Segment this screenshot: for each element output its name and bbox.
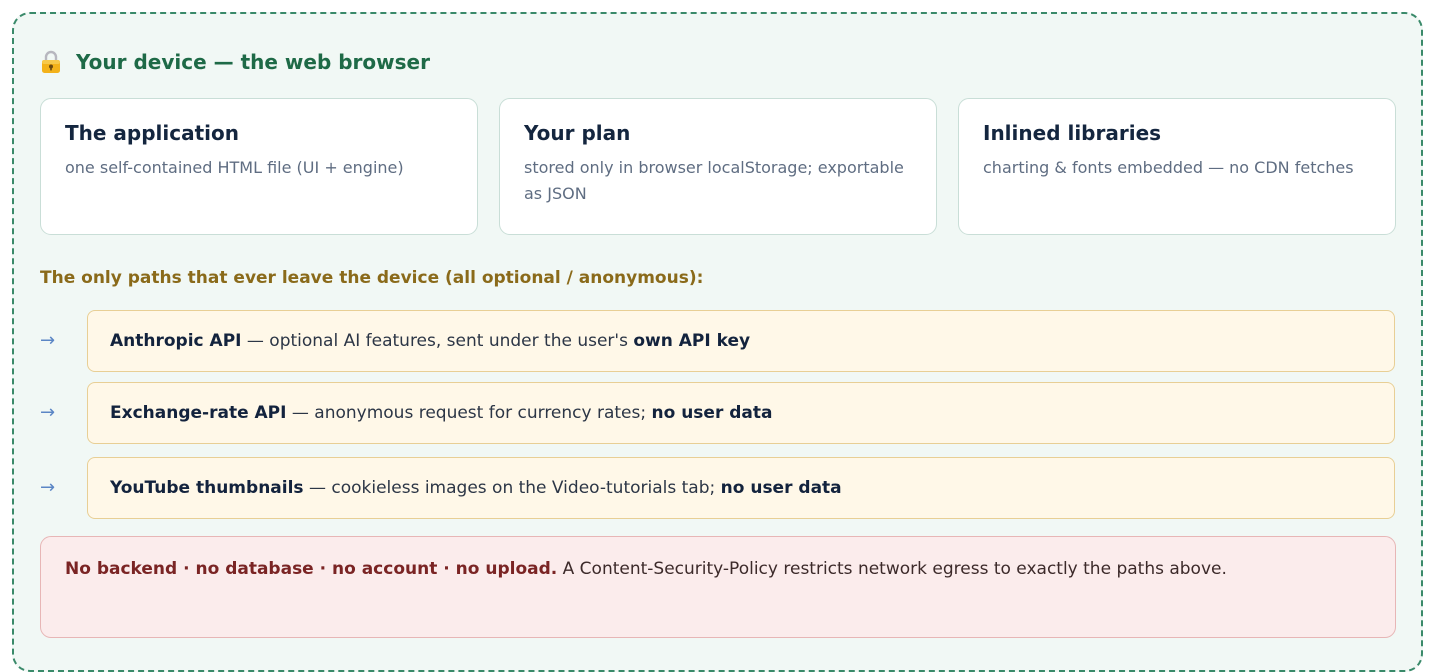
device-header: Your device — the web browser [40, 50, 430, 74]
path-name: Anthropic API [110, 331, 242, 351]
egress-path-exchange-rate: → Exchange-rate API — anonymous request … [0, 382, 1411, 444]
path-name: YouTube thumbnails [110, 478, 304, 498]
path-name: Exchange-rate API [110, 403, 287, 423]
path-emphasis: no user data [651, 403, 773, 423]
no-backend-note: No backend · no database · no account · … [40, 536, 1396, 638]
note-text: A Content-Security-Policy restricts netw… [557, 559, 1227, 579]
card-title: The application [65, 121, 239, 145]
card-desc: one self-contained HTML file (UI + engin… [65, 158, 404, 177]
path-desc: — optional AI features, sent under the u… [241, 331, 634, 351]
path-emphasis: own API key [633, 331, 751, 351]
note-bold: No backend · no database · no account · … [65, 559, 558, 579]
path-box: YouTube thumbnails — cookieless images o… [87, 457, 1395, 519]
card-desc: charting & fonts embedded — no CDN fetch… [983, 158, 1354, 177]
lock-icon [42, 50, 60, 73]
arrow-right-icon: → [40, 477, 56, 498]
card-application: The application one self-contained HTML … [40, 98, 478, 235]
path-emphasis: no user data [720, 478, 842, 498]
card-libraries: Inlined libraries charting & fonts embed… [958, 98, 1396, 235]
arrow-right-icon: → [40, 402, 56, 423]
egress-path-anthropic: → Anthropic API — optional AI features, … [0, 310, 1411, 372]
card-desc: stored only in browser localStorage; exp… [524, 158, 904, 203]
egress-label: The only paths that ever leave the devic… [40, 268, 704, 288]
egress-path-youtube: → YouTube thumbnails — cookieless images… [0, 457, 1411, 519]
path-desc: — cookieless images on the Video-tutoria… [303, 478, 721, 498]
card-title: Your plan [524, 121, 631, 145]
path-box: Exchange-rate API — anonymous request fo… [87, 382, 1395, 444]
card-plan: Your plan stored only in browser localSt… [499, 98, 937, 235]
card-title: Inlined libraries [983, 121, 1162, 145]
path-box: Anthropic API — optional AI features, se… [87, 310, 1395, 372]
device-title: Your device — the web browser [76, 50, 430, 74]
path-desc: — anonymous request for currency rates; [286, 403, 652, 423]
arrow-right-icon: → [40, 330, 56, 351]
